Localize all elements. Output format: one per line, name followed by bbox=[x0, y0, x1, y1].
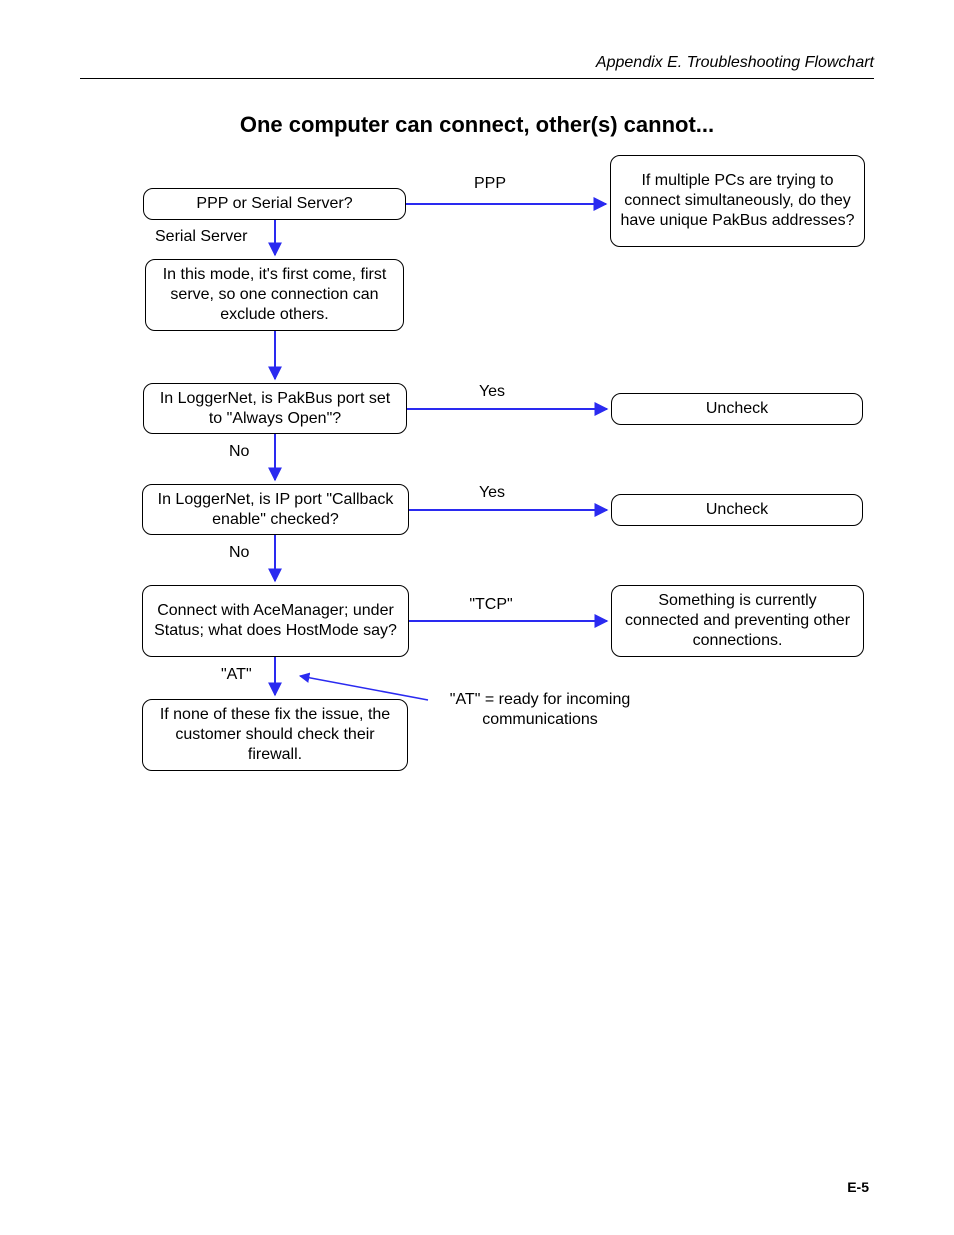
node-q2: In LoggerNet, is PakBus port set to "Alw… bbox=[143, 383, 407, 434]
label-no1: No bbox=[229, 443, 269, 461]
label-yes1: Yes bbox=[467, 383, 517, 401]
label-at: "AT" bbox=[221, 666, 281, 684]
node-ppp-result: If multiple PCs are trying to connect si… bbox=[610, 155, 865, 247]
label-tcp: "TCP" bbox=[456, 596, 526, 614]
node-uncheck2: Uncheck bbox=[611, 494, 863, 526]
node-uncheck1: Uncheck bbox=[611, 393, 863, 425]
header-appendix: Appendix E. Troubleshooting Flowchart bbox=[80, 54, 874, 72]
label-no2: No bbox=[229, 544, 269, 562]
node-tcp-result: Something is currently connected and pre… bbox=[611, 585, 864, 657]
page-number: E-5 bbox=[847, 1179, 869, 1195]
node-q1: PPP or Serial Server? bbox=[143, 188, 406, 220]
label-ppp: PPP bbox=[460, 175, 520, 193]
label-serial-server: Serial Server bbox=[155, 228, 265, 246]
node-q3: In LoggerNet, is IP port "Callback enabl… bbox=[142, 484, 409, 535]
node-q4: Connect with AceManager; under Status; w… bbox=[142, 585, 409, 657]
node-serial-info: In this mode, it's first come, first ser… bbox=[145, 259, 404, 331]
label-yes2: Yes bbox=[467, 484, 517, 502]
page-title: One computer can connect, other(s) canno… bbox=[0, 112, 954, 138]
label-at-note: "AT" = ready for incoming communications bbox=[430, 690, 650, 730]
header-rule bbox=[80, 78, 874, 79]
node-final: If none of these fix the issue, the cust… bbox=[142, 699, 408, 771]
